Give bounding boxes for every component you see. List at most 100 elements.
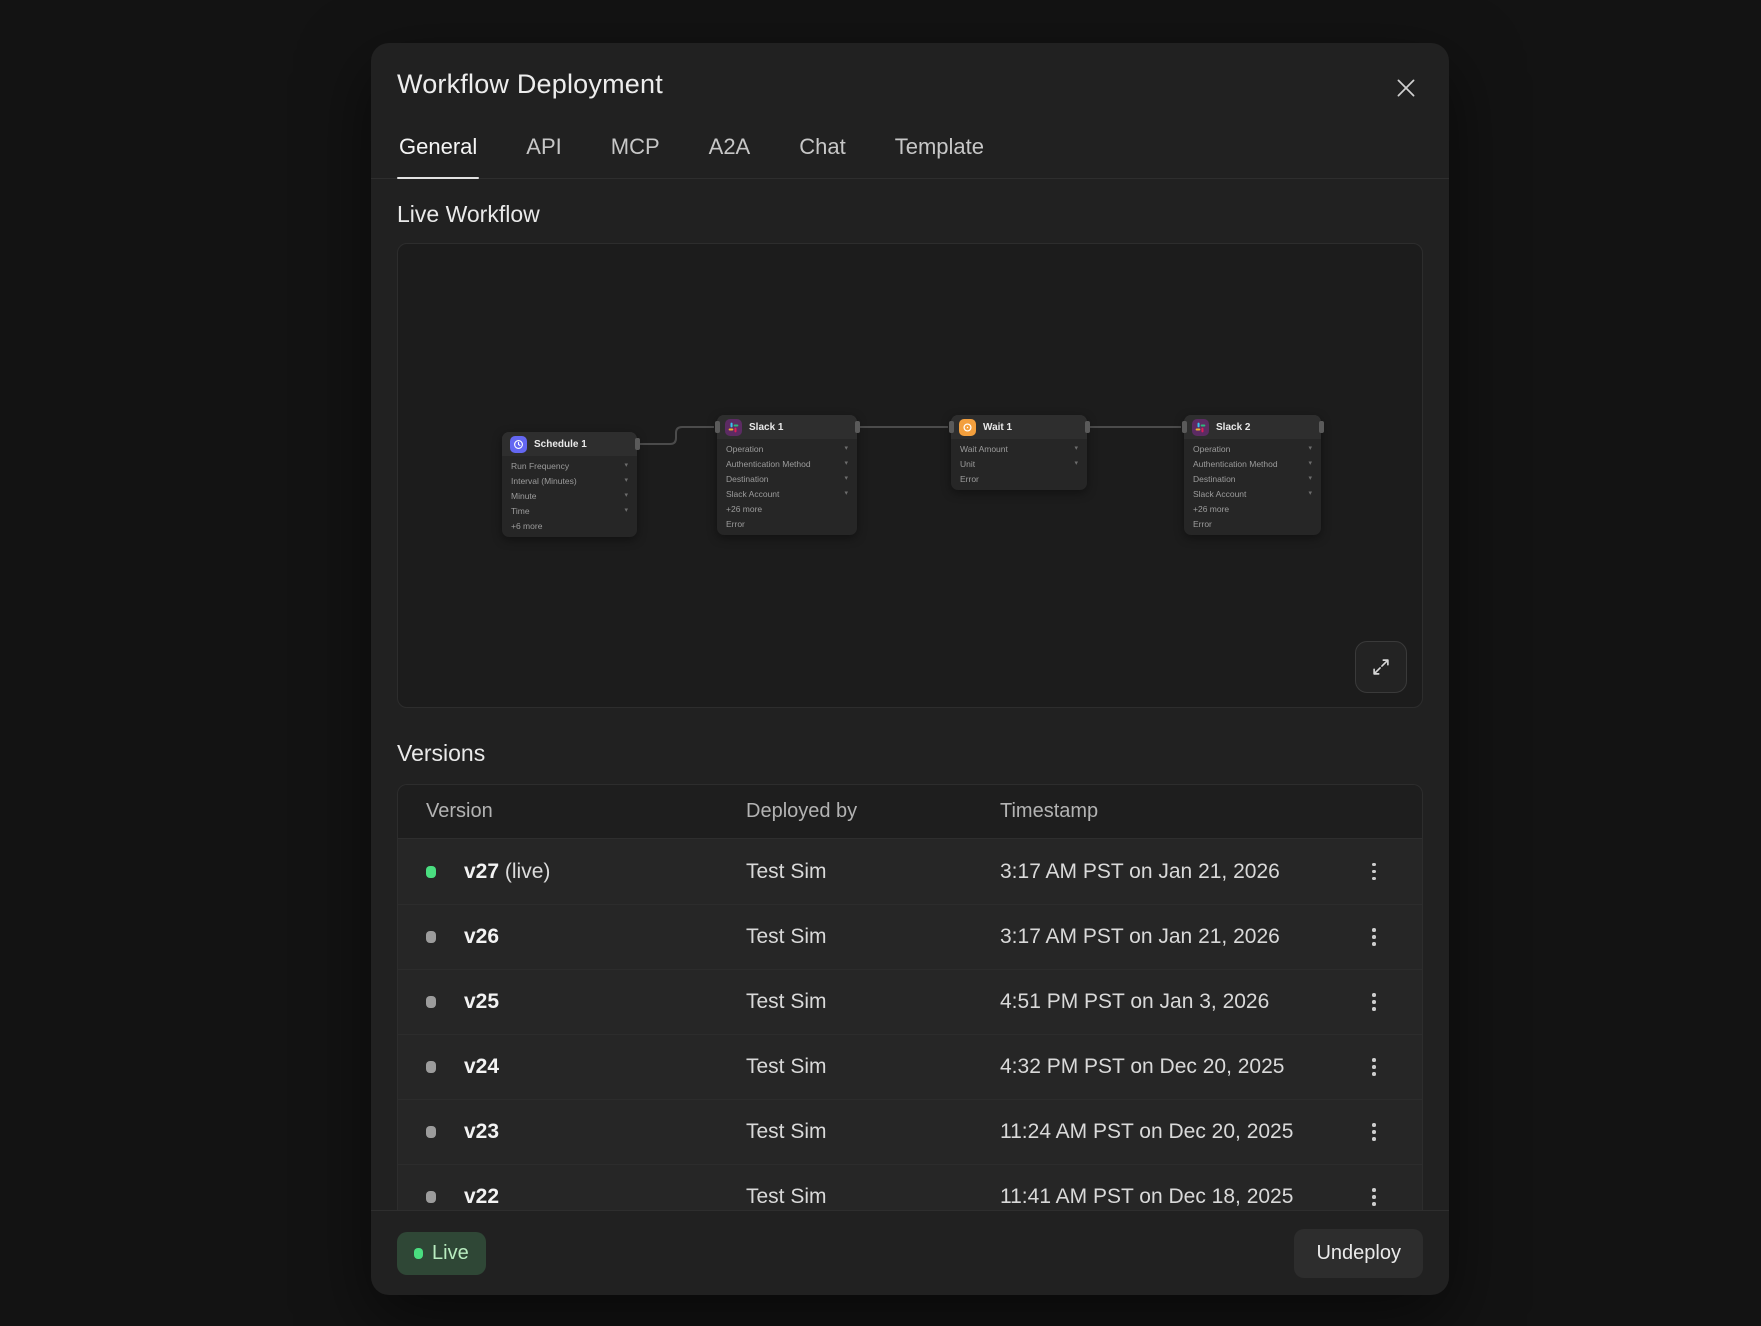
node-field-label: Error — [1193, 519, 1212, 529]
undeploy-button[interactable]: Undeploy — [1294, 1229, 1423, 1278]
tab-label: API — [526, 134, 561, 159]
version-name: v22 — [464, 1185, 499, 1208]
live-workflow-heading: Live Workflow — [397, 201, 1423, 228]
workflow-node-slack1[interactable]: Slack 1 Operation ▾ Authentication Metho… — [717, 415, 857, 535]
schedule-clock-icon — [510, 436, 527, 453]
tab-a2a[interactable]: A2A — [707, 120, 753, 178]
row-menu-button[interactable] — [1346, 1112, 1402, 1152]
timestamp-cell: 4:51 PM PST on Jan 3, 2026 — [1000, 990, 1346, 1014]
chevron-down-icon: ▾ — [624, 492, 628, 499]
chevron-down-icon: ▾ — [844, 490, 848, 497]
node-field-label: Operation — [726, 444, 763, 454]
version-name: v25 — [464, 990, 499, 1013]
chevron-down-icon: ▾ — [844, 445, 848, 452]
node-field: Minute ▾ — [502, 488, 637, 503]
close-icon — [1393, 75, 1419, 101]
modal-header: Workflow Deployment — [371, 43, 1449, 108]
row-menu-button[interactable] — [1346, 1047, 1402, 1087]
node-header: Wait 1 — [951, 415, 1087, 439]
slack-icon — [1192, 419, 1209, 436]
chevron-down-icon: ▾ — [1074, 460, 1078, 467]
output-port — [1085, 421, 1090, 433]
workflow-node-schedule1[interactable]: Schedule 1 Run Frequency ▾ Interval (Min… — [502, 432, 637, 537]
tab-template[interactable]: Template — [893, 120, 986, 178]
row-menu-button[interactable] — [1346, 1177, 1402, 1210]
version-name: v27 — [464, 860, 499, 883]
input-port — [949, 421, 954, 433]
node-body: Operation ▾ Authentication Method ▾ Dest… — [1184, 439, 1321, 535]
node-field: Operation ▾ — [1184, 441, 1321, 456]
node-body: Operation ▾ Authentication Method ▾ Dest… — [717, 439, 857, 535]
version-row[interactable]: v22 Test Sim 11:41 AM PST on Dec 18, 202… — [398, 1164, 1422, 1210]
workflow-node-slack2[interactable]: Slack 2 Operation ▾ Authentication Metho… — [1184, 415, 1321, 535]
version-row[interactable]: v27 (live) Test Sim 3:17 AM PST on Jan 2… — [398, 839, 1422, 904]
node-field: Error — [1184, 516, 1321, 531]
tab-chat[interactable]: Chat — [797, 120, 847, 178]
node-field-label: Destination — [726, 474, 769, 484]
live-status-badge: Live — [397, 1232, 486, 1275]
workflow-deployment-modal: Workflow Deployment General API MCP A2A Chat… — [371, 43, 1449, 1295]
chevron-down-icon: ▾ — [624, 462, 628, 469]
tab-general[interactable]: General — [397, 120, 479, 178]
expand-button[interactable] — [1355, 641, 1407, 693]
tab-mcp[interactable]: MCP — [609, 120, 662, 178]
node-field: Error — [951, 471, 1087, 486]
row-menu-button[interactable] — [1346, 917, 1402, 957]
timestamp-cell: 3:17 AM PST on Jan 21, 2026 — [1000, 925, 1346, 949]
version-status-dot-icon — [426, 1126, 436, 1138]
deployed-by-cell: Test Sim — [746, 925, 1000, 949]
modal-title: Workflow Deployment — [397, 69, 663, 100]
node-field: Error — [717, 516, 857, 531]
node-title: Wait 1 — [983, 422, 1012, 433]
timestamp-cell: 11:41 AM PST on Dec 18, 2025 — [1000, 1185, 1346, 1209]
tab-label: MCP — [611, 134, 660, 159]
row-menu-button[interactable] — [1346, 982, 1402, 1022]
kebab-icon — [1372, 863, 1376, 867]
node-field: Time ▾ — [502, 503, 637, 518]
node-field: +26 more — [1184, 501, 1321, 516]
node-field-label: Slack Account — [726, 489, 779, 499]
version-name: v24 — [464, 1055, 499, 1078]
node-field: Authentication Method ▾ — [1184, 456, 1321, 471]
node-header: Slack 1 — [717, 415, 857, 439]
chevron-down-icon: ▾ — [1308, 475, 1312, 482]
node-title: Slack 2 — [1216, 422, 1250, 433]
node-header: Slack 2 — [1184, 415, 1321, 439]
workflow-node-wait1[interactable]: Wait 1 Wait Amount ▾ Unit ▾ Error — [951, 415, 1087, 490]
node-field-label: Error — [726, 519, 745, 529]
version-live-suffix: (live) — [499, 860, 550, 883]
chevron-down-icon: ▾ — [624, 477, 628, 484]
tab-api[interactable]: API — [524, 120, 563, 178]
version-status-dot-icon — [426, 1061, 436, 1073]
timestamp-cell: 11:24 AM PST on Dec 20, 2025 — [1000, 1120, 1346, 1144]
node-field-label: Authentication Method — [726, 459, 811, 469]
row-menu-button[interactable] — [1346, 852, 1402, 892]
version-row[interactable]: v26 Test Sim 3:17 AM PST on Jan 21, 2026 — [398, 904, 1422, 969]
versions-table-header: Version Deployed by Timestamp — [398, 785, 1422, 839]
kebab-icon — [1372, 1188, 1376, 1192]
version-row[interactable]: v25 Test Sim 4:51 PM PST on Jan 3, 2026 — [398, 969, 1422, 1034]
column-header-version: Version — [426, 800, 746, 823]
node-field: Run Frequency ▾ — [502, 458, 637, 473]
close-button[interactable] — [1389, 71, 1423, 108]
version-row[interactable]: v24 Test Sim 4:32 PM PST on Dec 20, 2025 — [398, 1034, 1422, 1099]
versions-table: Version Deployed by Timestamp v27 (live)… — [397, 784, 1423, 1210]
node-field-label: Unit — [960, 459, 975, 469]
chevron-down-icon: ▾ — [1308, 460, 1312, 467]
version-status-dot-icon — [426, 931, 436, 943]
live-status-dot-icon — [414, 1248, 423, 1259]
version-name: v26 — [464, 925, 499, 948]
node-field-label: Minute — [511, 491, 537, 501]
deployed-by-cell: Test Sim — [746, 1185, 1000, 1209]
version-row[interactable]: v23 Test Sim 11:24 AM PST on Dec 20, 202… — [398, 1099, 1422, 1164]
node-field: Slack Account ▾ — [717, 486, 857, 501]
node-field: Wait Amount ▾ — [951, 441, 1087, 456]
modal-body: Live Workflow Schedule 1 Run Frequency ▾… — [371, 179, 1449, 1210]
version-name: v23 — [464, 1120, 499, 1143]
workflow-preview-canvas[interactable]: Schedule 1 Run Frequency ▾ Interval (Min… — [397, 243, 1423, 708]
node-body: Run Frequency ▾ Interval (Minutes) ▾ Min… — [502, 456, 637, 537]
expand-icon — [1370, 656, 1392, 678]
node-field: Destination ▾ — [717, 471, 857, 486]
column-header-deployed-by: Deployed by — [746, 800, 1000, 823]
chevron-down-icon: ▾ — [1308, 445, 1312, 452]
